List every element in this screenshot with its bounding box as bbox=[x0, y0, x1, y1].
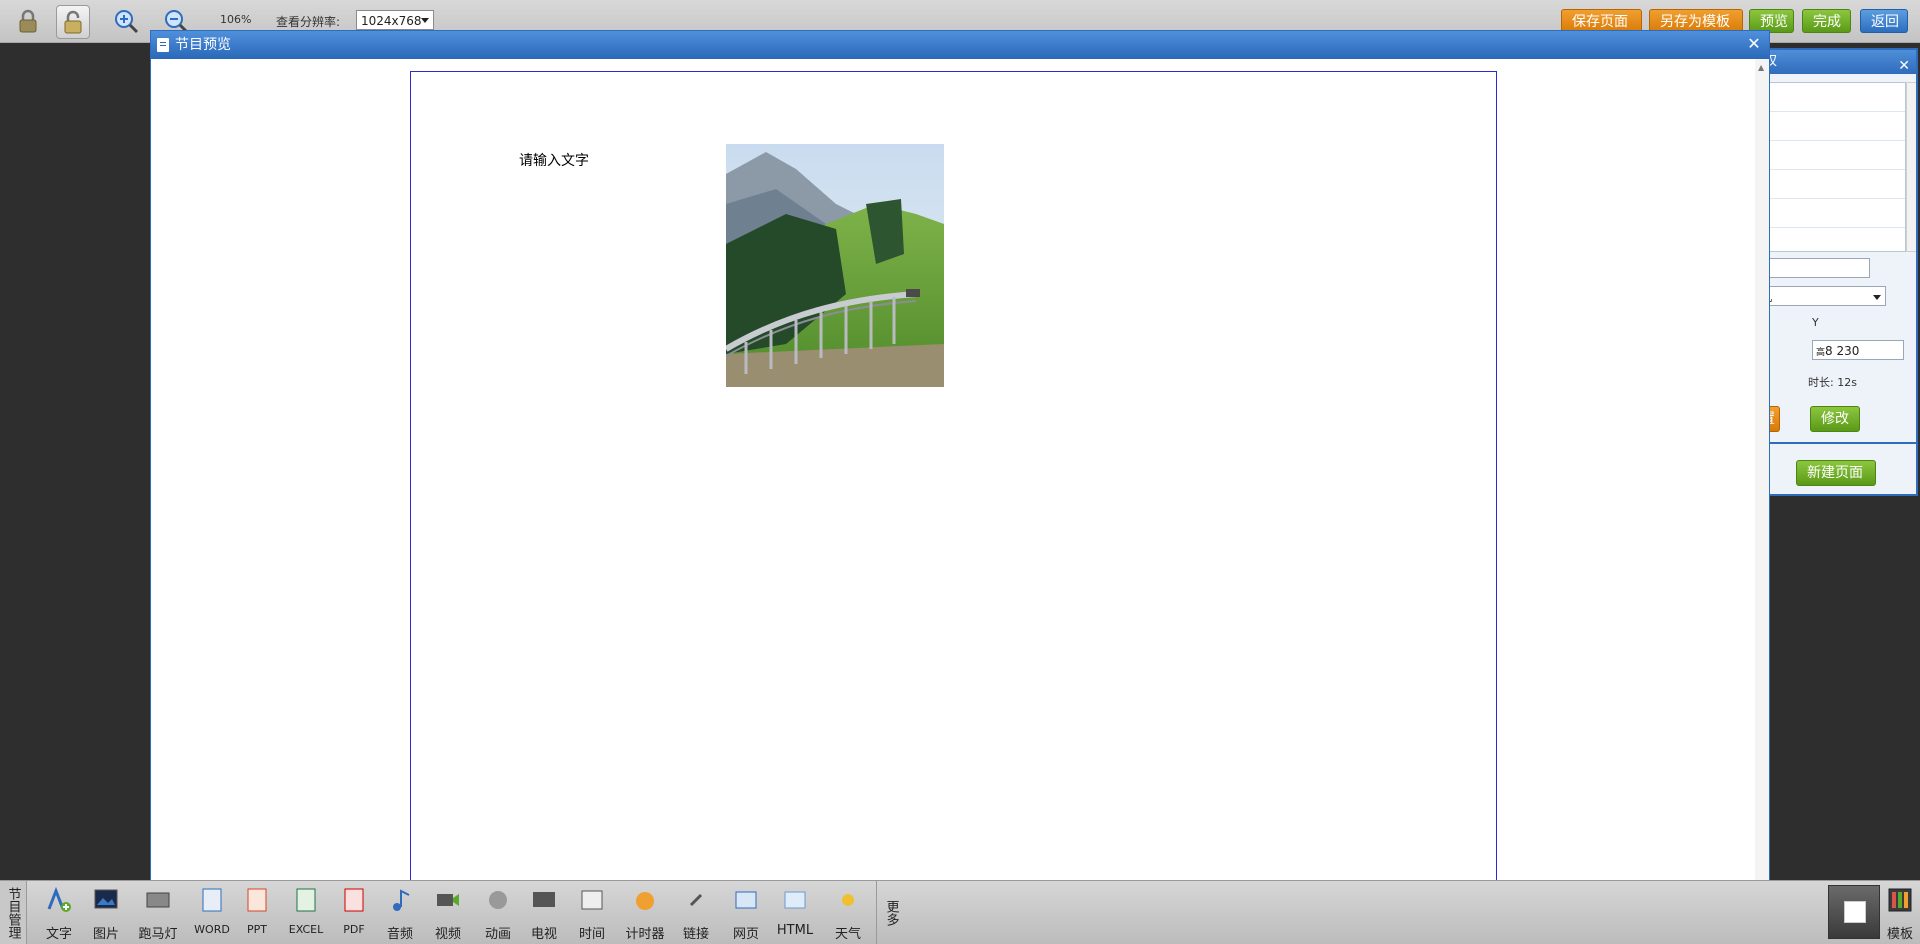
program-manage-tab[interactable]: 节目管理 bbox=[0, 881, 27, 944]
duration-label: 时长: 12s bbox=[1808, 376, 1857, 389]
tool-ppt[interactable]: PPT bbox=[238, 881, 276, 944]
preview-canvas: 请输入文字 bbox=[410, 71, 1497, 886]
template-button[interactable]: 模板 bbox=[1882, 881, 1918, 944]
bottom-toolbar: 节目管理 文字 图片 跑马灯 WORD PPT EXCEL PDF 音频 视频 … bbox=[0, 880, 1920, 944]
link-icon bbox=[689, 893, 703, 907]
resolution-value: 1024x768 bbox=[361, 14, 422, 28]
text-tool-icon bbox=[47, 887, 71, 912]
close-icon[interactable]: ✕ bbox=[1745, 35, 1763, 53]
tool-marquee[interactable]: 跑马灯 bbox=[136, 881, 180, 944]
tool-animation[interactable]: 动画 bbox=[478, 881, 518, 944]
ppt-icon bbox=[247, 888, 267, 912]
audio-icon bbox=[393, 889, 410, 911]
y-value: 230 bbox=[1836, 344, 1860, 358]
close-icon[interactable]: ✕ bbox=[1898, 54, 1910, 78]
excel-icon bbox=[296, 888, 316, 912]
tool-label: 动画 bbox=[484, 927, 511, 942]
weather-icon bbox=[842, 894, 854, 906]
done-button[interactable]: 完成 bbox=[1802, 9, 1851, 33]
marquee-tool-icon bbox=[146, 892, 170, 908]
tool-label: 文字 bbox=[45, 927, 72, 942]
preview-dialog: 节目预览 ✕ 请输入文字 ▲ bbox=[150, 30, 1770, 912]
template-label: 模板 bbox=[1886, 927, 1913, 942]
unlock-icon[interactable] bbox=[56, 5, 90, 39]
clock-icon bbox=[581, 890, 603, 910]
modify-button[interactable]: 修改 bbox=[1810, 406, 1860, 432]
tool-label: HTML bbox=[776, 923, 814, 938]
pdf-icon bbox=[344, 888, 364, 912]
tool-label: PPT bbox=[247, 923, 267, 936]
panel-divider bbox=[1744, 442, 1916, 444]
tool-label: WORD bbox=[194, 923, 230, 936]
video-icon bbox=[437, 894, 459, 906]
animation-icon bbox=[489, 891, 507, 909]
tool-weather[interactable]: 天气 bbox=[830, 881, 866, 944]
tool-link[interactable]: 链接 bbox=[678, 881, 714, 944]
chevron-down-icon bbox=[421, 18, 429, 23]
tool-label: 电视 bbox=[530, 927, 557, 942]
tool-timer[interactable]: 计时器 bbox=[622, 881, 668, 944]
resolution-select[interactable]: 1024x768 bbox=[356, 10, 434, 30]
tool-label: 计时器 bbox=[625, 927, 665, 942]
webpage-icon bbox=[735, 891, 757, 909]
tool-label: 跑马灯 bbox=[138, 927, 178, 942]
tool-text[interactable]: 文字 bbox=[40, 881, 78, 944]
image-tool-icon bbox=[94, 889, 118, 909]
tool-word[interactable]: WORD bbox=[192, 881, 232, 944]
tool-excel[interactable]: EXCEL bbox=[284, 881, 328, 944]
resolution-label: 查看分辨率: bbox=[276, 15, 341, 29]
tool-audio[interactable]: 音频 bbox=[382, 881, 418, 944]
more-tools-button[interactable]: 更多 bbox=[876, 881, 905, 944]
word-icon bbox=[202, 888, 222, 912]
dialog-titlebar[interactable]: 节目预览 ✕ bbox=[151, 31, 1769, 59]
y-input[interactable]: 高8 230 bbox=[1812, 340, 1904, 360]
html-icon bbox=[784, 891, 806, 909]
x-fragment: 8 bbox=[1825, 344, 1833, 358]
tool-label: 网页 bbox=[732, 927, 759, 942]
lock-icon[interactable] bbox=[12, 5, 44, 37]
template-thumbnail bbox=[1844, 901, 1866, 923]
tv-icon bbox=[533, 892, 555, 907]
tool-webpage[interactable]: 网页 bbox=[728, 881, 764, 944]
tool-pdf[interactable]: PDF bbox=[336, 881, 372, 944]
tool-tv[interactable]: 电视 bbox=[526, 881, 562, 944]
new-page-button[interactable]: 新建页面 bbox=[1796, 460, 1876, 486]
zoom-in-icon[interactable] bbox=[110, 5, 142, 37]
property-list-scrollbar[interactable] bbox=[1906, 82, 1916, 252]
tool-label: EXCEL bbox=[288, 923, 324, 936]
document-icon bbox=[157, 38, 169, 52]
tool-label: 视频 bbox=[434, 927, 461, 942]
tool-image[interactable]: 图片 bbox=[88, 881, 124, 944]
tool-label: 链接 bbox=[682, 927, 709, 942]
dialog-title: 节目预览 bbox=[175, 37, 231, 53]
y-label: Y bbox=[1812, 316, 1819, 329]
vertical-scrollbar[interactable]: ▲ ▼ bbox=[1755, 59, 1769, 897]
chevron-down-icon bbox=[1873, 295, 1881, 300]
tool-label: 时间 bbox=[578, 927, 605, 942]
tool-label: 音频 bbox=[386, 927, 413, 942]
dialog-body: 请输入文字 bbox=[151, 59, 1756, 897]
canvas-text: 请输入文字 bbox=[519, 153, 589, 169]
template-preview[interactable] bbox=[1828, 885, 1880, 939]
height-prefix: 高 bbox=[1816, 348, 1826, 358]
landscape-image bbox=[726, 144, 944, 387]
tool-html[interactable]: HTML bbox=[774, 881, 816, 944]
back-button[interactable]: 返回 bbox=[1860, 9, 1908, 33]
tool-label: 天气 bbox=[834, 927, 861, 942]
tool-label: PDF bbox=[343, 923, 365, 936]
tool-time[interactable]: 时间 bbox=[574, 881, 610, 944]
tool-video[interactable]: 视频 bbox=[430, 881, 466, 944]
template-icon bbox=[1888, 888, 1912, 912]
zoom-percent: 106% bbox=[220, 13, 252, 26]
scroll-up-icon[interactable]: ▲ bbox=[1758, 63, 1764, 72]
timer-icon bbox=[636, 892, 654, 910]
tool-label: 图片 bbox=[92, 927, 119, 942]
